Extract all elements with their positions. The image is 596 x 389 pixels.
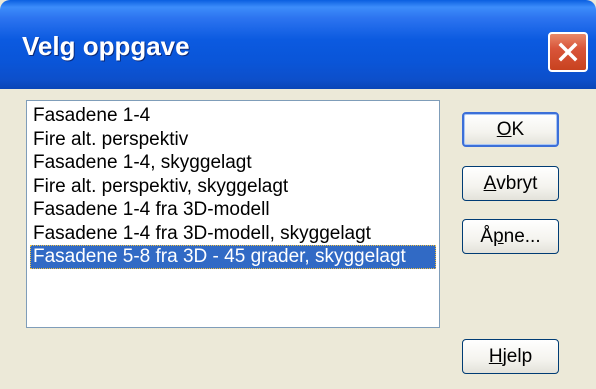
- dialog-window: Velg oppgave Fasadene 1-4 Fire alt. pers…: [0, 0, 596, 389]
- list-item[interactable]: Fasadene 1-4, skyggelagt: [30, 151, 436, 175]
- title-bar[interactable]: Velg oppgave: [0, 0, 596, 89]
- window-title: Velg oppgave: [22, 31, 190, 61]
- open-button[interactable]: Åp ne...: [462, 219, 559, 254]
- task-listbox[interactable]: Fasadene 1-4 Fire alt. perspektiv Fasade…: [26, 100, 440, 328]
- list-item[interactable]: Fasadene 1-4 fra 3D-modell: [30, 198, 436, 222]
- list-item[interactable]: Fasadene 1-4: [30, 104, 436, 128]
- ok-button[interactable]: OK: [462, 112, 559, 147]
- cancel-accelerator: A: [483, 172, 497, 194]
- ok-accelerator: O: [496, 118, 512, 140]
- open-accelerator: p: [493, 225, 504, 247]
- help-label-rest: jelp: [502, 345, 533, 367]
- cancel-button[interactable]: Avbryt: [462, 166, 559, 201]
- help-button[interactable]: Hjelp: [462, 339, 559, 374]
- list-item[interactable]: Fire alt. perspektiv, skyggelagt: [30, 175, 436, 199]
- open-label-pre: Å: [480, 225, 494, 247]
- close-icon: [558, 42, 578, 62]
- list-item-selected[interactable]: Fasadene 5-8 fra 3D - 45 grader, skyggel…: [30, 245, 436, 269]
- help-accelerator: H: [488, 345, 503, 367]
- list-item[interactable]: Fire alt. perspektiv: [30, 128, 436, 152]
- cancel-label-rest: vbryt: [496, 172, 538, 194]
- list-item[interactable]: Fasadene 1-4 fra 3D-modell, skyggelagt: [30, 222, 436, 246]
- close-button[interactable]: [548, 32, 588, 72]
- dialog-body: Fasadene 1-4 Fire alt. perspektiv Fasade…: [0, 89, 596, 389]
- open-label-rest: ne...: [503, 225, 541, 247]
- ok-label-rest: K: [511, 118, 525, 140]
